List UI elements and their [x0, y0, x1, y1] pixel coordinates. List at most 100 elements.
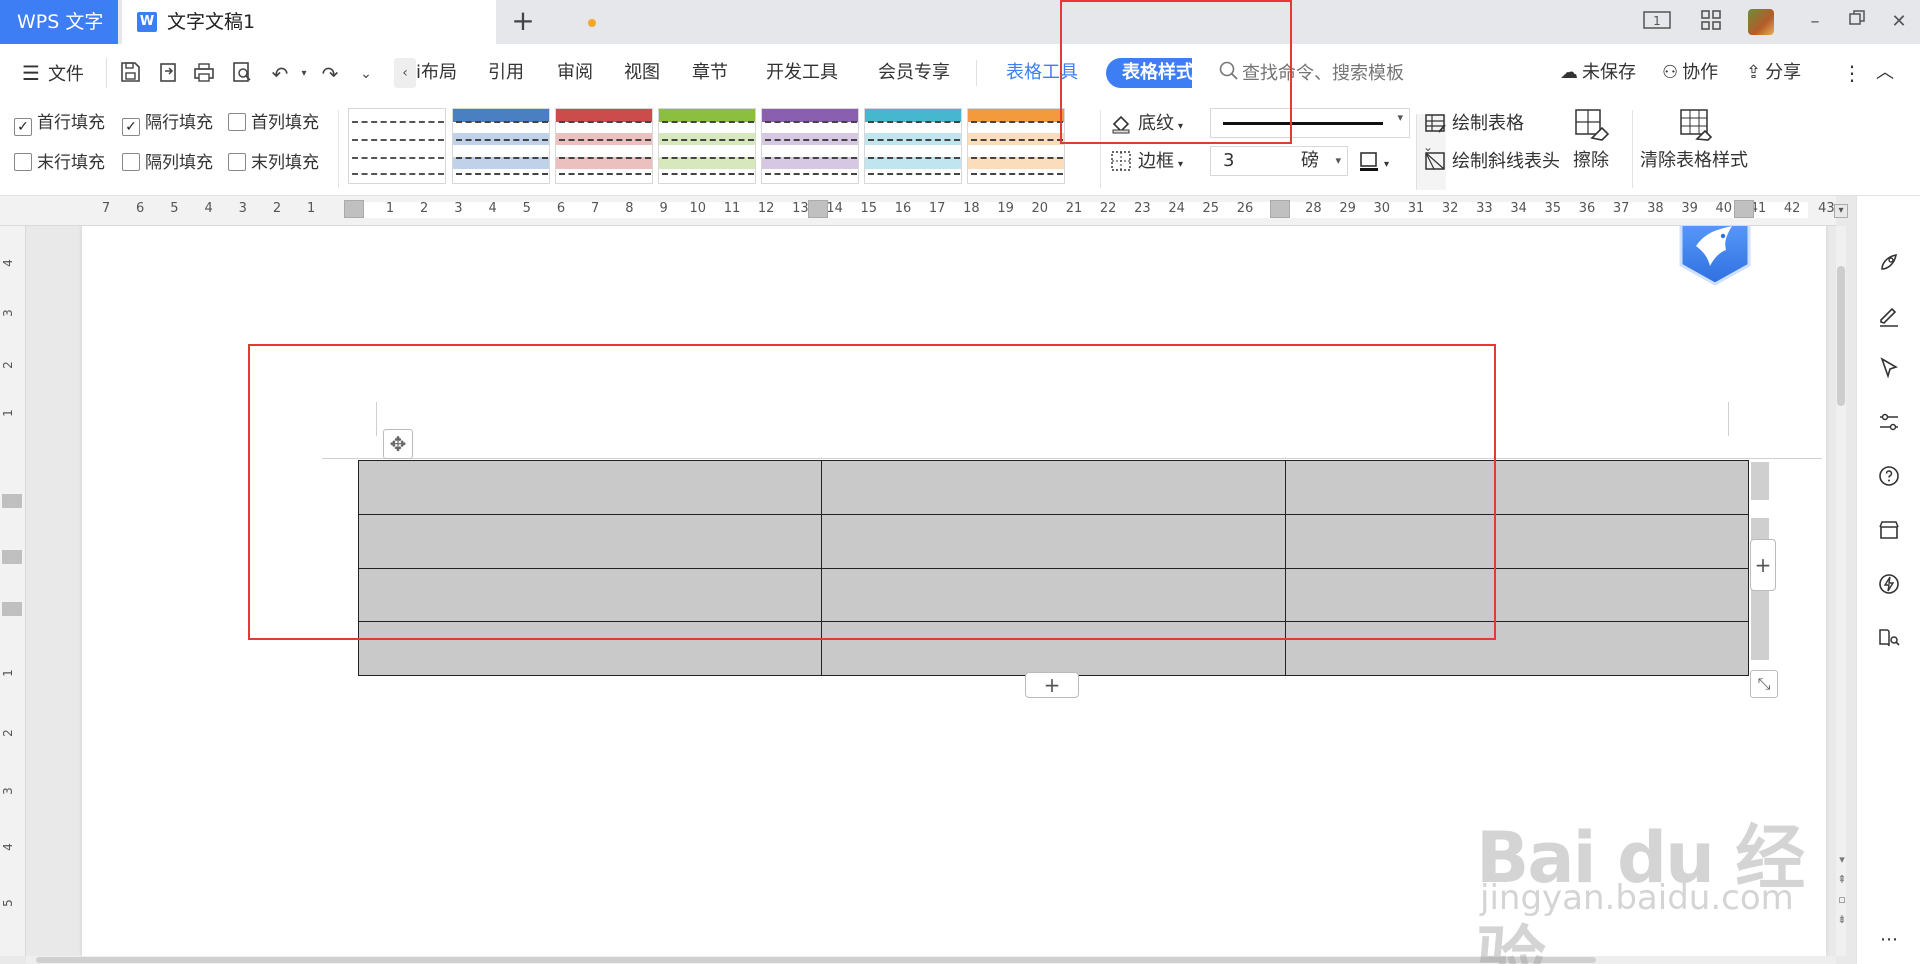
more-horizontal-icon[interactable]: ⋯: [1875, 926, 1903, 954]
page-count-icon[interactable]: 1: [1642, 8, 1672, 36]
scrollbar-thumb[interactable]: [1837, 266, 1845, 406]
row-handle[interactable]: [1751, 622, 1769, 660]
menu-references[interactable]: 引用: [488, 44, 524, 102]
quick-access-more-icon[interactable]: ⌄: [352, 60, 380, 88]
rocket-icon[interactable]: [1875, 250, 1903, 278]
user-avatar[interactable]: [1748, 9, 1774, 35]
table-cell[interactable]: [1284, 621, 1750, 676]
checkbox-last-row-fill[interactable]: 末行填充: [14, 150, 105, 176]
sliders-icon[interactable]: [1875, 410, 1903, 438]
row-handle[interactable]: [1751, 590, 1769, 624]
horizontal-ruler[interactable]: 7 6 5 4 3 2 1 1 2 3 4 5 6 7 8 9 10 11 12 13 14 15 16 17 18 19 20 21…: [0, 196, 1836, 226]
ruler-column-marker[interactable]: [1734, 200, 1754, 218]
draw-table-button[interactable]: 绘制表格: [1424, 110, 1524, 138]
command-search[interactable]: [1218, 58, 1458, 88]
table-row[interactable]: [357, 513, 1750, 569]
export-icon[interactable]: [154, 60, 182, 88]
table-move-handle-icon[interactable]: ✥: [383, 429, 413, 459]
table-cell[interactable]: [1284, 567, 1750, 623]
line-width-select[interactable]: 3 磅 ▾: [1210, 146, 1348, 176]
border-button[interactable]: 边框 ▾: [1110, 148, 1183, 176]
table-cell[interactable]: [357, 460, 823, 515]
table-cell[interactable]: [821, 621, 1286, 676]
ai-assistant-bird-icon[interactable]: [1676, 226, 1754, 288]
clear-table-style-button[interactable]: 清除表格样式: [1640, 108, 1748, 172]
checkbox-first-row-fill[interactable]: ✓ 首行填充: [14, 110, 105, 136]
checkbox-first-column-fill[interactable]: 首列填充: [228, 110, 319, 136]
undo-dropdown-icon[interactable]: ▾: [290, 60, 318, 88]
lightning-icon[interactable]: [1875, 572, 1903, 600]
line-color-button[interactable]: ▾: [1358, 148, 1389, 176]
tab-table-tools[interactable]: 表格工具: [1006, 44, 1078, 102]
help-icon[interactable]: [1875, 464, 1903, 492]
ruler-row-marker[interactable]: [2, 550, 22, 564]
menu-view[interactable]: 视图: [624, 44, 660, 102]
table-style-swatch-plain[interactable]: [348, 108, 446, 184]
vertical-ruler[interactable]: 4 3 2 1 1 2 3 4 5: [0, 226, 26, 956]
menu-layout-partial[interactable]: i布局: [416, 44, 457, 102]
table-style-swatch-cyan[interactable]: [864, 108, 962, 184]
menu-scroll-left-icon[interactable]: ‹: [394, 58, 416, 88]
table-row[interactable]: [357, 621, 1750, 676]
cursor-select-icon[interactable]: [1875, 356, 1903, 384]
shading-button[interactable]: 底纹 ▾: [1110, 110, 1183, 138]
table-cell[interactable]: [821, 460, 1286, 515]
document-table[interactable]: [357, 460, 1750, 676]
menu-developer-tools[interactable]: 开发工具: [766, 44, 838, 102]
draw-diagonal-header-button[interactable]: 绘制斜线表头: [1424, 148, 1560, 176]
pen-icon[interactable]: [1875, 304, 1903, 332]
row-handle[interactable]: [1751, 462, 1769, 500]
table-row[interactable]: [357, 567, 1750, 623]
store-icon[interactable]: [1875, 518, 1903, 546]
tab-table-style[interactable]: 表格样式: [1106, 58, 1192, 88]
table-cell[interactable]: [357, 621, 823, 676]
print-preview-icon[interactable]: [228, 60, 256, 88]
table-style-swatch-blue[interactable]: [452, 108, 550, 184]
redo-icon[interactable]: ↷: [316, 60, 344, 88]
tab-wps-writer[interactable]: WPS 文字: [0, 0, 118, 44]
scrollbar-thumb[interactable]: [36, 957, 1596, 963]
table-cell[interactable]: [357, 567, 823, 623]
search-input[interactable]: [1242, 58, 1452, 88]
share-button[interactable]: ⇪ 分享: [1746, 44, 1801, 102]
cloud-save-status[interactable]: ☁ 未保存: [1560, 44, 1636, 102]
table-style-swatch-red[interactable]: [555, 108, 653, 184]
tab-document[interactable]: W 文字文稿1: [122, 0, 596, 44]
table-cell[interactable]: [357, 513, 823, 569]
more-options-icon[interactable]: ⋮: [1842, 44, 1862, 102]
checkbox-last-column-fill[interactable]: 末列填充: [228, 150, 319, 176]
page-nav-controls[interactable]: ▾ ⇞ ▫ ⇟: [1836, 850, 1848, 930]
ruler-row-marker[interactable]: [2, 602, 22, 616]
print-icon[interactable]: [190, 60, 218, 88]
menu-chapter[interactable]: 章节: [692, 44, 728, 102]
add-row-button[interactable]: +: [1025, 672, 1079, 698]
checkbox-banded-rows-fill[interactable]: ✓ 隔行填充: [122, 110, 213, 136]
add-column-button[interactable]: +: [1750, 539, 1776, 591]
ruler-row-marker[interactable]: [2, 494, 22, 508]
table-row[interactable]: [357, 460, 1750, 515]
collapse-ribbon-icon[interactable]: ︿: [1876, 44, 1894, 102]
table-resize-icon[interactable]: ⤡: [1750, 670, 1778, 698]
ruler-column-marker[interactable]: [1270, 200, 1290, 218]
book-search-icon[interactable]: [1875, 626, 1903, 654]
ruler-column-marker[interactable]: [808, 200, 828, 218]
table-cell[interactable]: [821, 513, 1286, 569]
table-cell[interactable]: [1284, 460, 1750, 515]
table-cell[interactable]: [821, 567, 1286, 623]
menu-review[interactable]: 审阅: [557, 44, 593, 102]
ruler-toggle-icon[interactable]: ▾: [1834, 204, 1848, 218]
erase-button[interactable]: 擦除: [1572, 108, 1610, 172]
table-style-swatch-orange[interactable]: [967, 108, 1065, 184]
menu-member-exclusive[interactable]: 会员专享: [878, 44, 950, 102]
ruler-margin-marker[interactable]: [344, 200, 364, 218]
minimize-icon[interactable]: –: [1800, 8, 1830, 36]
save-icon[interactable]: [116, 60, 144, 88]
table-style-swatch-green[interactable]: [658, 108, 756, 184]
table-style-swatch-purple[interactable]: [761, 108, 859, 184]
checkbox-banded-columns-fill[interactable]: 隔列填充: [122, 150, 213, 176]
file-menu[interactable]: ☰ 文件: [22, 44, 84, 102]
restore-icon[interactable]: [1842, 8, 1872, 36]
collaborate-button[interactable]: ⚇ 协作: [1662, 44, 1718, 102]
apps-grid-icon[interactable]: [1696, 8, 1726, 36]
close-icon[interactable]: ✕: [1884, 8, 1914, 36]
